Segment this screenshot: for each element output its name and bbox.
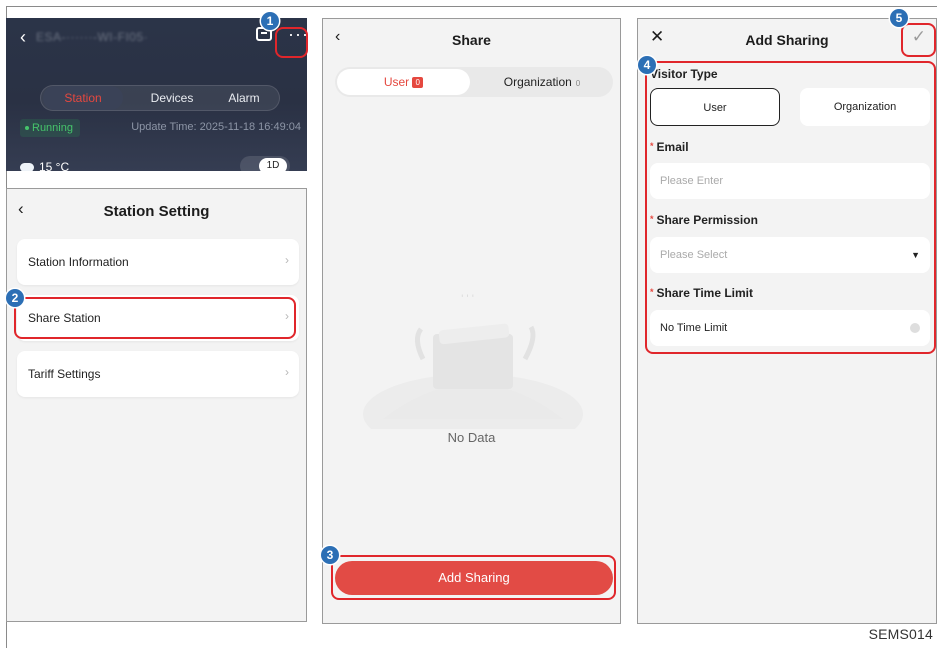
share-tabs: User 0 Organization 0: [335, 67, 613, 97]
station-title: ESA-······-WI-FI05·: [36, 30, 149, 44]
step-badge-4: 4: [638, 56, 656, 74]
tab-user[interactable]: User 0: [337, 69, 470, 95]
station-setting-screen: ‹ Station Setting Station Information › …: [6, 188, 307, 622]
tab-label: Organization: [503, 75, 572, 89]
tab-station[interactable]: Station: [43, 86, 123, 110]
back-arrow-icon[interactable]: ‹: [20, 27, 26, 48]
station-tabs: Station Devices Alarm: [40, 85, 280, 111]
highlight-add-sharing: [331, 555, 616, 600]
chevron-right-icon: ›: [285, 365, 289, 379]
tab-organization[interactable]: Organization 0: [473, 69, 611, 95]
step-badge-2: 2: [6, 289, 24, 307]
temperature: 15 °C: [39, 160, 70, 171]
settings-item-label: Tariff Settings: [28, 367, 101, 381]
page-title: Share: [452, 32, 491, 48]
settings-item-tariff-settings[interactable]: Tariff Settings ›: [17, 351, 299, 397]
tab-label: User: [383, 75, 410, 89]
settings-item-station-information[interactable]: Station Information ›: [17, 239, 299, 285]
settings-item-label: Station Information: [28, 255, 129, 269]
page-title: Station Setting: [103, 203, 210, 220]
step-badge-1: 1: [261, 12, 279, 30]
period-toggle[interactable]: 1D: [240, 156, 290, 171]
empty-state-text: No Data: [447, 430, 496, 445]
chevron-right-icon: ›: [285, 253, 289, 267]
status-badge: Running: [20, 119, 80, 137]
highlight-more-menu: [275, 27, 308, 58]
share-screen: ‹ Share User 0 Organization 0 ' ' ' No Dat…: [322, 18, 621, 624]
highlight-form: [645, 61, 936, 354]
highlight-confirm: [901, 23, 936, 57]
tab-alarm[interactable]: Alarm: [213, 86, 275, 110]
count-badge: 0: [575, 79, 581, 88]
empty-state-illustration: ' ' ': [363, 294, 583, 429]
figure-caption: SEMS014: [868, 626, 933, 642]
page-title: Add Sharing: [745, 32, 829, 48]
station-header-screen: ‹ ESA-······-WI-FI05· ··· Station Device…: [6, 18, 307, 171]
highlight-share-station: [14, 297, 296, 339]
update-time: Update Time: 2025-11-18 16:49:04: [131, 121, 301, 133]
svg-text:' ' ': ' ' ': [461, 294, 474, 304]
step-badge-3: 3: [321, 546, 339, 564]
tab-devices[interactable]: Devices: [137, 86, 207, 110]
step-badge-5: 5: [890, 9, 908, 27]
cloud-icon: [20, 163, 34, 171]
weather: 15 °C: [20, 160, 69, 171]
count-badge: 0: [412, 77, 424, 88]
period-label: 1D: [259, 158, 287, 171]
